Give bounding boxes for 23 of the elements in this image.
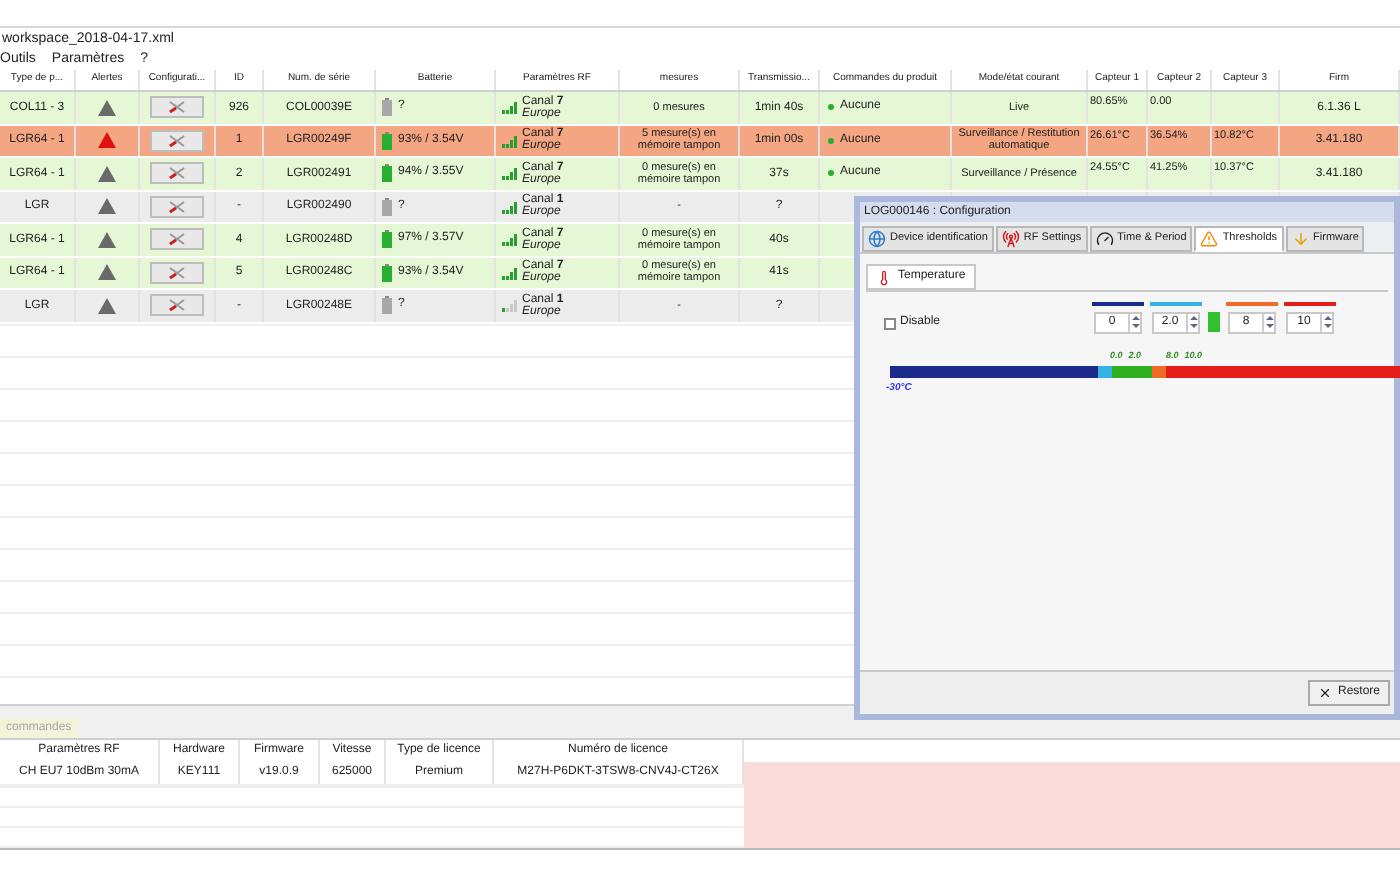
up-arrow-icon[interactable] bbox=[1131, 314, 1140, 322]
close-icon bbox=[1317, 686, 1332, 700]
down-arrow-icon[interactable] bbox=[1189, 322, 1198, 330]
down-arrow-icon[interactable] bbox=[1265, 322, 1274, 330]
status-square bbox=[1208, 312, 1221, 332]
tools-icon bbox=[168, 166, 186, 181]
antenna-icon bbox=[1001, 230, 1020, 248]
down-arrow-icon[interactable] bbox=[1131, 322, 1140, 330]
up-arrow-icon[interactable] bbox=[1323, 314, 1332, 322]
up-arrow-icon[interactable] bbox=[1189, 314, 1198, 322]
thermometer-icon bbox=[876, 269, 892, 285]
tools-icon bbox=[168, 100, 186, 115]
globe-icon bbox=[868, 230, 886, 248]
tools-icon bbox=[168, 298, 186, 313]
down-arrow-icon bbox=[1291, 230, 1310, 248]
tools-icon bbox=[168, 133, 186, 148]
down-arrow-icon[interactable] bbox=[1323, 322, 1332, 330]
tools-icon bbox=[168, 232, 186, 247]
tools-icon bbox=[168, 265, 186, 280]
warning-icon bbox=[1200, 230, 1219, 248]
up-arrow-icon[interactable] bbox=[1265, 314, 1274, 322]
gauge-icon bbox=[1095, 230, 1114, 248]
tools-icon bbox=[168, 199, 186, 214]
